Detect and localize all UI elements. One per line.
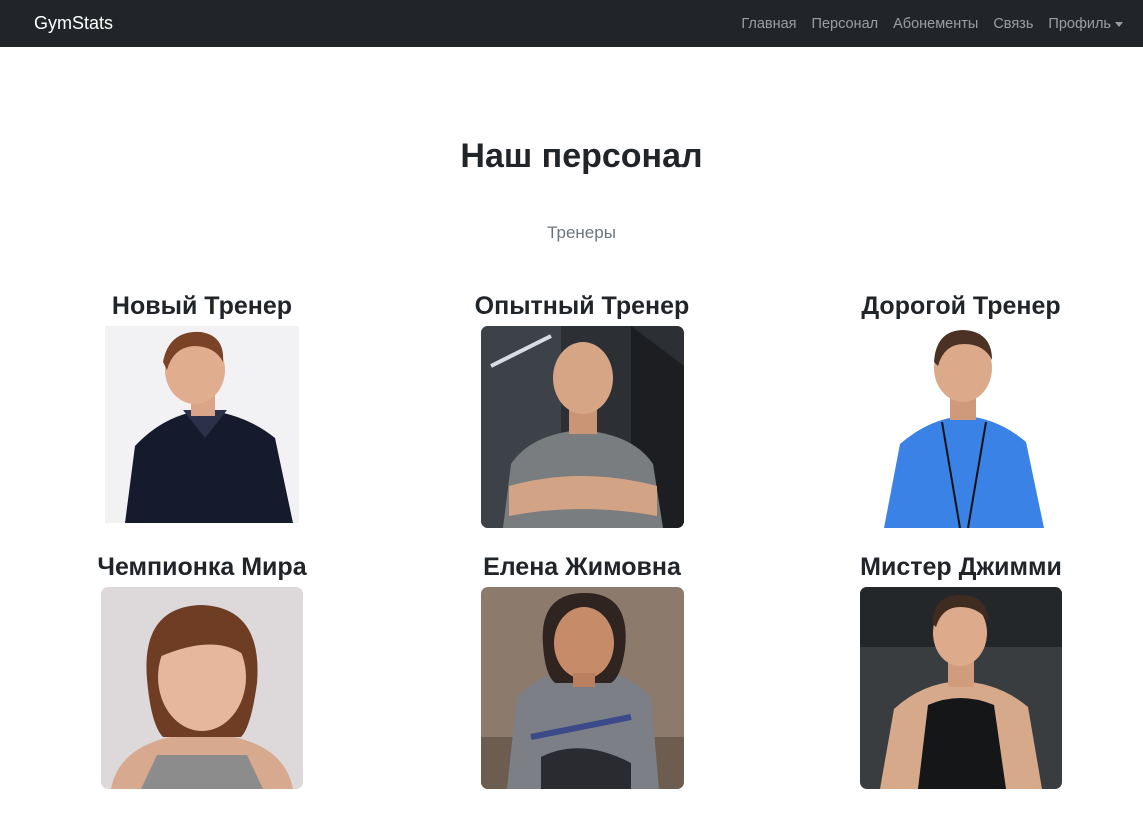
woman-portrait-icon <box>480 587 684 789</box>
trainer-card: Чемпионка Мира <box>12 552 392 789</box>
trainer-photo <box>480 587 684 789</box>
trainer-name: Опытный Тренер <box>474 292 690 320</box>
trainers-grid: Новый Тренер Опытный Тренер Дорогой Трен… <box>0 0 1143 823</box>
man-portrait-icon <box>859 326 1063 528</box>
man-portrait-icon <box>105 326 299 523</box>
trainer-name: Мистер Джимми <box>860 553 1062 581</box>
trainer-name: Дорогой Тренер <box>861 292 1061 320</box>
trainer-photo <box>480 326 684 528</box>
trainer-photo <box>859 326 1063 528</box>
trainer-name: Елена Жимовна <box>483 553 681 581</box>
trainer-photo <box>105 326 299 523</box>
trainer-photo <box>860 587 1062 789</box>
woman-portrait-icon <box>101 587 303 789</box>
trainer-name: Чемпионка Мира <box>97 553 307 581</box>
trainer-name: Новый Тренер <box>111 292 293 320</box>
trainer-card: Елена Жимовна <box>392 552 772 789</box>
trainer-photo <box>101 587 303 789</box>
trainer-card: Опытный Тренер <box>392 291 772 528</box>
man-portrait-icon <box>860 587 1062 789</box>
trainer-card: Новый Тренер <box>12 291 392 523</box>
man-portrait-icon <box>480 326 684 528</box>
trainer-card: Мистер Джимми <box>771 552 1143 789</box>
trainer-card: Дорогой Тренер <box>771 291 1143 528</box>
